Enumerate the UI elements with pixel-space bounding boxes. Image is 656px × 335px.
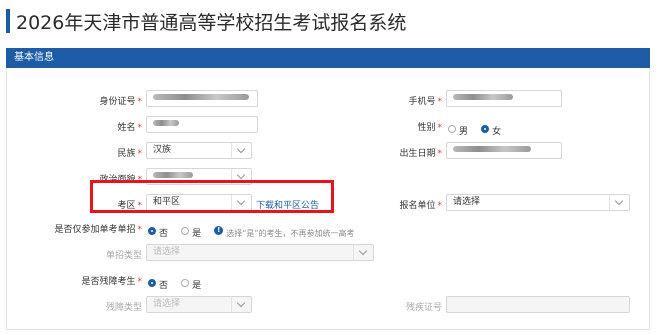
title-accent-bar: [6, 9, 10, 33]
id-number-label: 身份证号 *: [99, 97, 142, 107]
chevron-down-icon: [231, 297, 251, 312]
name-label: 姓名 *: [117, 123, 142, 133]
phone-field[interactable]: [446, 90, 562, 107]
disabled-yes-label: 是: [192, 281, 202, 291]
gender-label: 性别 *: [417, 123, 442, 133]
chevron-down-icon: [353, 245, 373, 260]
phone-label: 手机号 *: [408, 97, 442, 107]
ethnicity-label: 民族 *: [117, 149, 142, 159]
only-single-exam-label: 是否仅参加单考单招 *: [54, 225, 142, 235]
unit-select[interactable]: 请选择: [446, 194, 630, 211]
id-number-field[interactable]: [146, 90, 258, 107]
redacted-value: [453, 145, 531, 152]
unit-placeholder: 请选择: [453, 197, 481, 207]
only-single-no-radio[interactable]: [148, 226, 156, 235]
redacted-value: [153, 93, 249, 100]
disabled-examinee-label: 是否残障考生 *: [81, 277, 142, 287]
chevron-down-icon: [609, 195, 629, 210]
disabled-no-label: 否: [159, 281, 169, 291]
disability-type-select[interactable]: 请选择: [146, 296, 252, 313]
only-single-no-label: 否: [159, 229, 169, 239]
disability-cert-label: 残疾证号: [405, 303, 442, 313]
single-type-label: 单招类型: [105, 251, 142, 261]
ethnicity-value: 汉族: [153, 145, 172, 155]
chevron-down-icon: [231, 143, 251, 158]
disabled-examinee-radio-group: 否 是: [148, 273, 209, 292]
section-header-basic-info: 基本信息: [6, 48, 650, 68]
only-single-yes-label: 是: [192, 229, 202, 239]
birth-date-label: 出生日期 *: [399, 149, 442, 159]
page-title: 2026年天津市普通高等学校招生考试报名系统: [16, 12, 407, 34]
redacted-value: [153, 171, 193, 178]
only-single-hint: 选择“是”的考生，不再参加统一高考: [226, 229, 355, 238]
disabled-no-radio[interactable]: [148, 278, 156, 287]
birth-date-field[interactable]: [446, 142, 562, 159]
redacted-value: [153, 119, 179, 126]
gender-male-radio[interactable]: [448, 124, 456, 133]
disability-type-placeholder: 请选择: [153, 299, 181, 309]
disability-cert-field[interactable]: [446, 296, 630, 313]
info-icon: !: [214, 226, 224, 235]
gender-radio-group: 男 女: [448, 119, 509, 138]
gender-female-label: 女: [492, 127, 502, 137]
disability-type-label: 残障类型: [105, 303, 142, 313]
disabled-yes-radio[interactable]: [181, 278, 190, 287]
unit-label: 报名单位 *: [399, 201, 442, 211]
page-header: 2026年天津市普通高等学校招生考试报名系统: [0, 0, 656, 42]
single-type-placeholder: 请选择: [153, 247, 181, 257]
redacted-value: [453, 93, 513, 100]
name-field[interactable]: [146, 116, 258, 133]
highlight-box: [90, 180, 334, 213]
ethnicity-select[interactable]: 汉族: [146, 142, 252, 159]
only-single-yes-radio[interactable]: [181, 226, 190, 235]
only-single-radio-group: 否 是 ! 选择“是”的考生，不再参加统一高考: [148, 221, 355, 240]
gender-female-radio[interactable]: [481, 124, 490, 133]
single-type-select[interactable]: 请选择: [146, 244, 374, 261]
gender-male-label: 男: [459, 127, 469, 137]
